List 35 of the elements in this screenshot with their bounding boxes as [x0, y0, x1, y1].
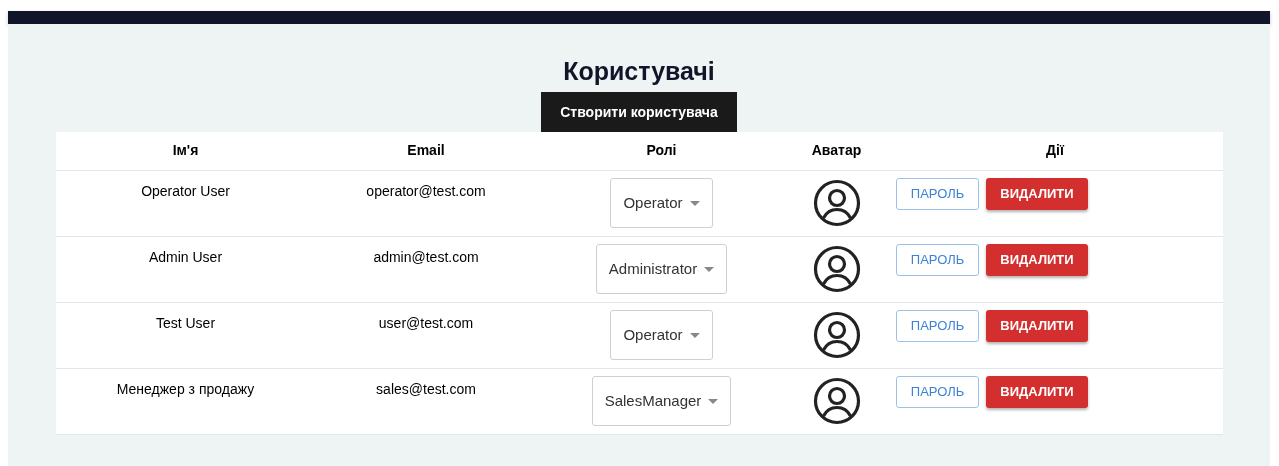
user-name: Admin User [148, 248, 223, 265]
user-name: Менеджер з продажу [116, 380, 255, 397]
column-header: Ім'я [172, 142, 199, 159]
user-avatar-icon [812, 179, 861, 227]
column-header: Аватар [811, 142, 862, 159]
page-title: Користувачі [563, 56, 715, 86]
password-button[interactable]: ПАРОЛЬ [896, 375, 979, 408]
user-email: user@test.com [378, 314, 474, 331]
delete-button[interactable]: ВИДАЛИТИ [986, 177, 1088, 210]
user-email: admin@test.com [373, 248, 479, 265]
delete-button[interactable]: ВИДАЛИТИ [986, 375, 1088, 408]
role-select[interactable]: SalesManager [591, 376, 732, 426]
caret-icon [689, 332, 700, 338]
column-header: Email [407, 142, 445, 159]
user-avatar-icon [812, 245, 861, 293]
caret-icon [689, 200, 700, 206]
password-button[interactable]: ПАРОЛЬ [896, 309, 979, 342]
delete-button[interactable]: ВИДАЛИТИ [986, 309, 1088, 342]
user-name: Test User [155, 314, 216, 331]
user-name: Operator User [141, 182, 230, 199]
caret-icon [708, 398, 719, 404]
role-select[interactable]: Operator [610, 310, 713, 360]
role-select[interactable]: Operator [610, 178, 713, 228]
user-avatar-icon [812, 377, 861, 425]
delete-button[interactable]: ВИДАЛИТИ [986, 243, 1088, 276]
password-button[interactable]: ПАРОЛЬ [896, 243, 979, 276]
password-button[interactable]: ПАРОЛЬ [896, 177, 979, 210]
column-header: Ролі [646, 142, 677, 159]
create-user-button[interactable]: Створити користувача [541, 92, 737, 132]
user-avatar-icon [812, 311, 861, 359]
user-email: sales@test.com [376, 380, 476, 397]
role-select[interactable]: Administrator [595, 244, 728, 294]
column-header: Дії [1046, 142, 1064, 159]
user-email: operator@test.com [366, 182, 486, 199]
caret-icon [704, 266, 715, 272]
